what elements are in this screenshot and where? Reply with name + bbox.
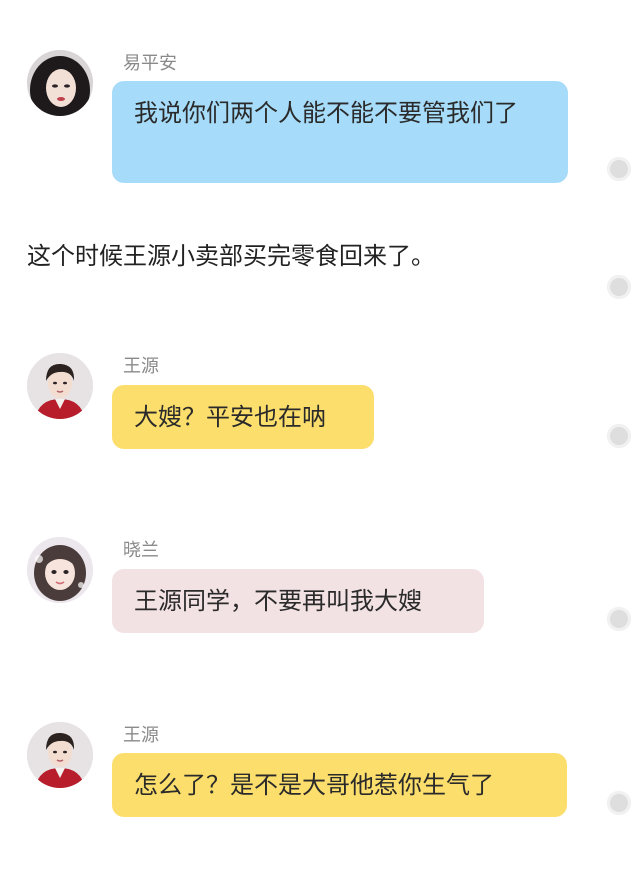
narration-text: 这个时候王源小卖部买完零食回来了。 (27, 242, 435, 270)
circle-dot-icon[interactable] (607, 275, 631, 299)
message-bubble[interactable]: 大嫂？平安也在呐 (112, 385, 374, 449)
sender-name: 王源 (123, 356, 159, 377)
message-bubble[interactable]: 我说你们两个人能不能不要管我们了 (112, 81, 568, 183)
message-bubble[interactable]: 怎么了？是不是大哥他惹你生气了 (112, 753, 567, 817)
avatar-wangyuan-icon[interactable] (27, 722, 93, 788)
sender-name: 易平安 (123, 53, 177, 74)
circle-dot-icon[interactable] (607, 791, 631, 815)
sender-name: 晓兰 (123, 540, 159, 561)
avatar-yipingan-icon[interactable] (27, 50, 93, 116)
circle-dot-icon[interactable] (607, 607, 631, 631)
message-bubble[interactable]: 王源同学，不要再叫我大嫂 (112, 569, 484, 633)
circle-dot-icon[interactable] (607, 157, 631, 181)
sender-name: 王源 (123, 725, 159, 746)
circle-dot-icon[interactable] (607, 424, 631, 448)
avatar-wangyuan-icon[interactable] (27, 353, 93, 419)
avatar-xiaolan-icon[interactable] (27, 537, 93, 603)
